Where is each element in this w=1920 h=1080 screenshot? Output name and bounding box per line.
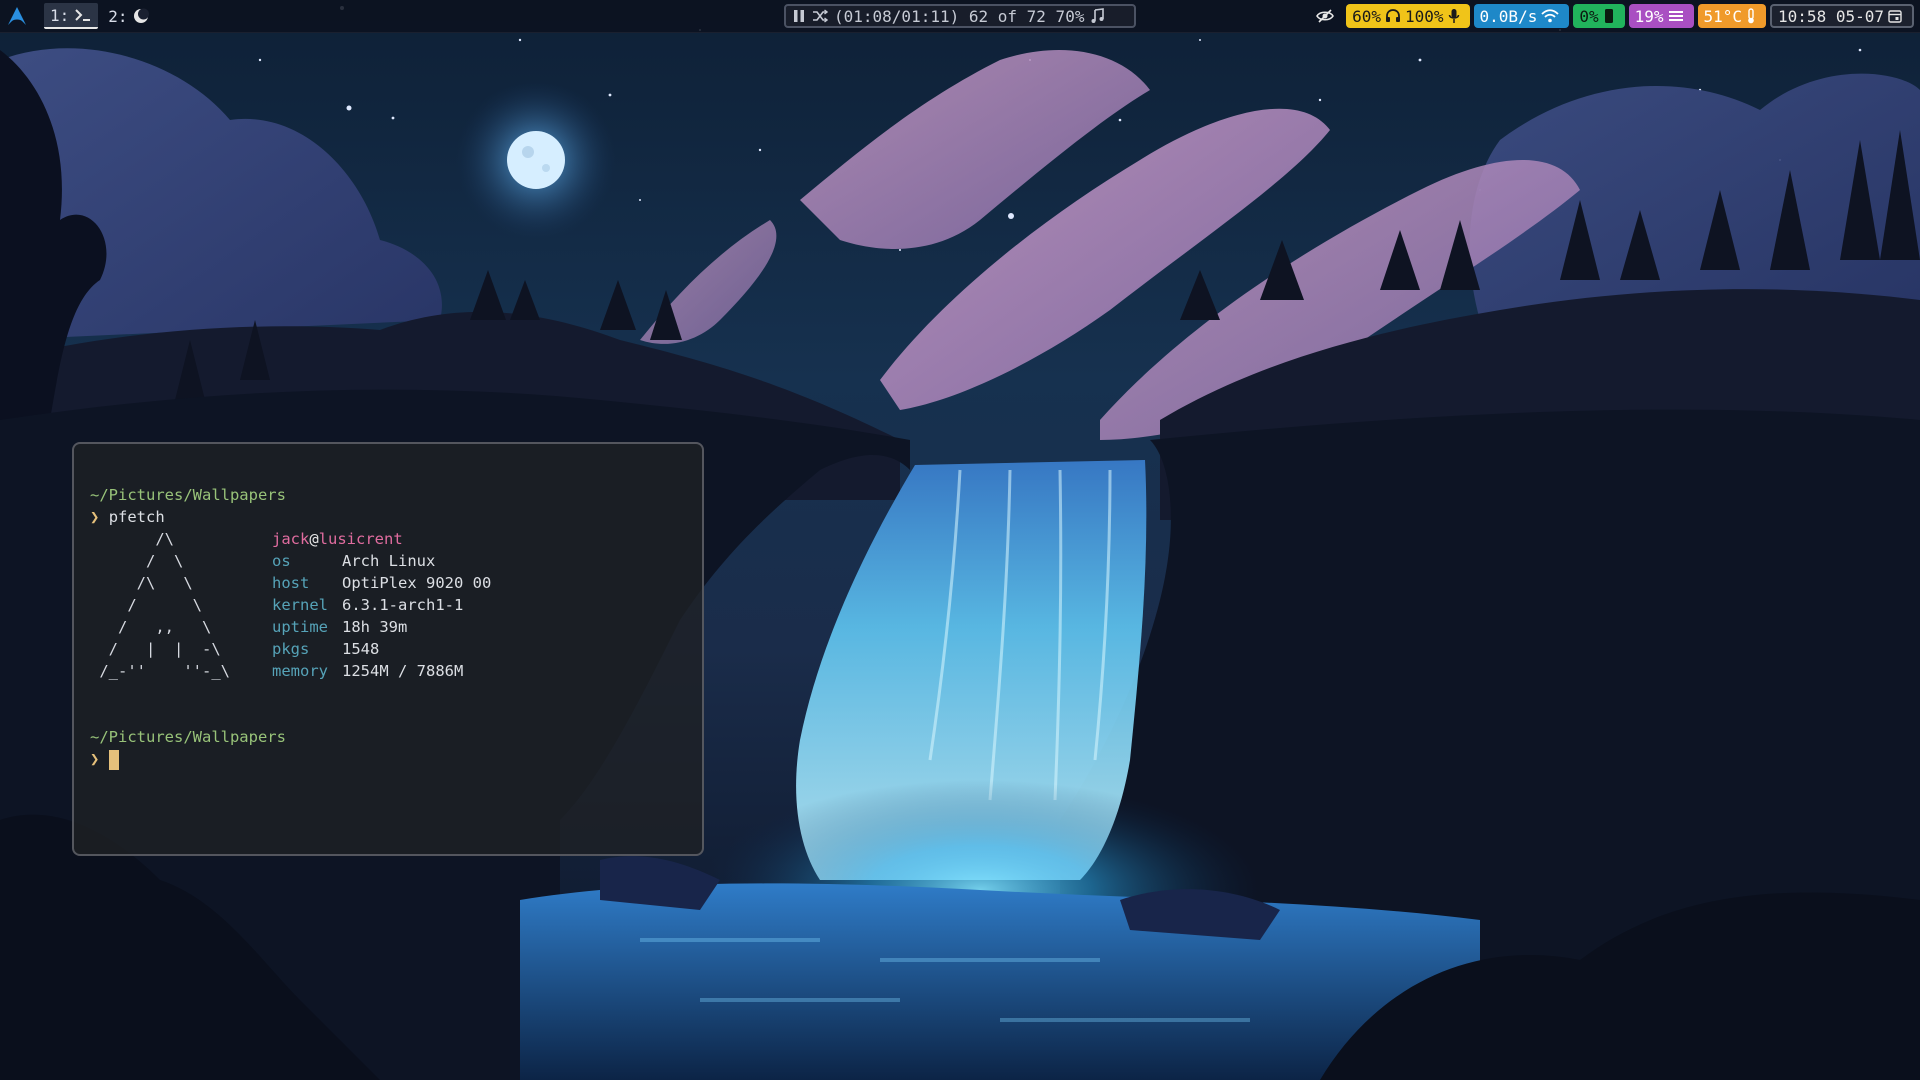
- headphones-icon: [1385, 9, 1401, 23]
- music-note-icon: [1090, 8, 1105, 24]
- pfetch-at: @: [309, 530, 319, 548]
- temperature-module[interactable]: 51°C: [1697, 4, 1767, 28]
- workspace-area: 1: 2:: [4, 3, 159, 29]
- memory-usage-value: 19%: [1634, 6, 1664, 26]
- pfetch-key: memory: [272, 662, 328, 680]
- temperature-value: 51°C: [1703, 6, 1743, 26]
- ascii-logo-line: / ,, \: [90, 618, 212, 636]
- network-module[interactable]: 0.0B/s: [1473, 4, 1570, 28]
- pause-icon[interactable]: [792, 9, 806, 23]
- cpu-usage-value: 0%: [1579, 6, 1599, 26]
- pfetch-key: os: [272, 552, 291, 570]
- volume-value: 60%: [1352, 6, 1381, 26]
- terminal-input-line[interactable]: ❯: [90, 748, 119, 770]
- terminal-cwd-2: ~/Pictures/Wallpapers: [90, 728, 286, 746]
- top-bar: 1: 2: (01:08/01:11) 62 of 72 70% 60% 100…: [0, 0, 1920, 33]
- media-status-text: (01:08/01:11) 62 of 72 70%: [834, 6, 1085, 26]
- terminal-window[interactable]: ~/Pictures/Wallpapers ❯ pfetch /\ / \ /\…: [72, 442, 704, 856]
- clock-value: 10:58 05-07: [1778, 6, 1884, 26]
- pfetch-hostname: lusicrent: [318, 530, 403, 548]
- ascii-logo-line: / | | -\: [90, 640, 221, 658]
- terminal-cwd-1: ~/Pictures/Wallpapers: [90, 486, 286, 504]
- pfetch-key: kernel: [272, 596, 328, 614]
- pfetch-user-host: jack@lusicrent: [272, 528, 403, 550]
- ascii-logo-line: /\ \: [90, 574, 193, 592]
- headphone-volume-value: 100%: [1405, 6, 1444, 26]
- ascii-logo-line: / \: [90, 596, 202, 614]
- pfetch-value: 18h 39m: [342, 618, 408, 636]
- text-cursor: [108, 749, 119, 770]
- moon-icon: [133, 8, 149, 24]
- ascii-logo-line: /\: [90, 530, 174, 548]
- memory-module[interactable]: 19%: [1628, 4, 1694, 28]
- terminal-icon: [74, 8, 92, 22]
- workspace-2[interactable]: 2:: [102, 3, 154, 29]
- workspace-1[interactable]: 1:: [44, 3, 99, 29]
- network-speed-value: 0.0B/s: [1479, 6, 1538, 26]
- pfetch-key: host: [272, 574, 310, 592]
- media-player[interactable]: (01:08/01:11) 62 of 72 70%: [784, 4, 1136, 28]
- audio-module[interactable]: 60% 100%: [1346, 4, 1470, 28]
- pfetch-value: OptiPlex 9020 00: [342, 574, 492, 592]
- pfetch-key: pkgs: [272, 640, 310, 658]
- microphone-icon: [1448, 8, 1460, 24]
- ascii-logo-line: /_-'' ''-_\: [90, 662, 230, 680]
- idle-inhibitor[interactable]: [1308, 4, 1342, 28]
- pfetch-value: 1254M / 7886M: [342, 662, 464, 680]
- pfetch-value: 6.3.1-arch1-1: [342, 596, 464, 614]
- workspace-2-number: 2:: [108, 6, 128, 26]
- calendar-icon: [1888, 9, 1902, 23]
- pfetch-key: uptime: [272, 618, 328, 636]
- prompt-symbol: ❯: [90, 508, 100, 526]
- clock-module[interactable]: 10:58 05-07: [1770, 4, 1914, 28]
- pfetch-user: jack: [272, 530, 310, 548]
- eye-off-icon: [1316, 9, 1335, 23]
- cpu-module[interactable]: 0%: [1573, 4, 1625, 28]
- terminal-command-line: ❯ pfetch: [90, 506, 165, 528]
- terminal-command: pfetch: [108, 508, 165, 526]
- wifi-icon: [1541, 9, 1559, 23]
- status-modules: 60% 100% 0.0B/s 0% 19% 51°C 10:58 05-07: [1304, 3, 1914, 29]
- arch-logo-icon[interactable]: [4, 3, 30, 29]
- pfetch-value: 1548: [342, 640, 380, 658]
- chip-icon: [1603, 8, 1615, 24]
- thermometer-icon: [1746, 8, 1756, 24]
- desktop: 1: 2: (01:08/01:11) 62 of 72 70% 60% 100…: [0, 0, 1920, 1080]
- prompt-symbol: ❯: [90, 750, 100, 768]
- memory-bars-icon: [1668, 9, 1684, 23]
- workspace-1-number: 1:: [50, 5, 70, 25]
- ascii-logo-line: / \: [90, 552, 184, 570]
- shuffle-icon[interactable]: [812, 9, 828, 23]
- pfetch-value: Arch Linux: [342, 552, 436, 570]
